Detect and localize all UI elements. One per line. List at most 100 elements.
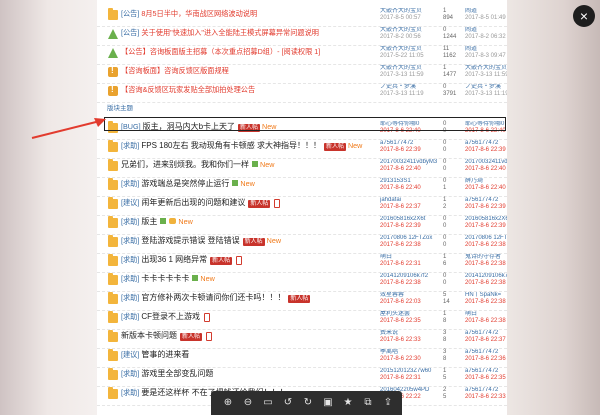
last-poster[interactable]: HN丨SpaNk= <box>465 292 507 299</box>
last-poster[interactable]: a756177472 <box>465 349 507 356</box>
author-name[interactable]: 效星蓉蓉 <box>380 292 440 299</box>
fit-icon[interactable]: ▭ <box>261 396 275 410</box>
last-poster[interactable]: 大嵌齐大的宝贝 <box>465 65 507 72</box>
last-poster[interactable]: 201605816x2X6t <box>465 216 507 223</box>
last-poster[interactable]: 闹道 <box>465 8 507 15</box>
reply-count: 0 <box>443 216 447 222</box>
thread-title-link[interactable]: 关于使用"快速加入"进入全能陆王模式屏幕异常问题说明 <box>141 28 319 37</box>
author-name[interactable]: jahdafai <box>380 197 440 204</box>
image-attachment-icon <box>160 218 167 224</box>
thread-title-link[interactable]: FPS 180左右 我动现角有卡顿感 求大神指导！！！ <box>141 141 321 150</box>
author-name[interactable]: 2015120123Z7w60 <box>380 368 440 375</box>
copy-icon[interactable]: ⧉ <box>361 396 375 410</box>
author-name[interactable]: 大嵌齐大的宝贝 <box>380 8 440 15</box>
author-name[interactable]: 20170032411vdbyM3 <box>380 159 440 166</box>
thread-title-link[interactable]: 官方修补两次卡顿请问你们还卡吗！！！ <box>141 293 285 302</box>
thread-title-link[interactable]: 游戏里全部变乱问题 <box>141 369 213 378</box>
folder-icon <box>108 368 118 380</box>
last-poster[interactable]: 20141209106k7f2 <box>465 273 507 280</box>
author-name[interactable]: 费米说 <box>380 330 440 337</box>
author-name[interactable]: 萌白 <box>380 254 440 261</box>
count-cell: 00 <box>443 235 465 249</box>
thread-title-link[interactable]: 游戏端总是突然停止运行 <box>141 179 229 188</box>
view-count: 8 <box>443 318 447 324</box>
last-poster[interactable]: 20170806 12FTZox <box>465 235 507 242</box>
last-poster[interactable]: a756177472 <box>465 330 507 337</box>
last-poster[interactable]: 薛乃琦 <box>465 178 507 185</box>
last-poster[interactable]: a756177472 <box>465 197 507 204</box>
thread-category[interactable]: [求助] <box>121 179 139 188</box>
thread-title-link[interactable]: 卡卡卡卡卡卡 <box>141 274 189 283</box>
author-name[interactable]: 20141209106k7f2 <box>380 273 440 280</box>
last-poster[interactable]: 20170032411vdbyM3 <box>465 159 507 166</box>
thread-title-link[interactable]: 新版本卡顿问题 <box>121 331 177 340</box>
author-name[interactable]: 大嵌齐大的宝贝 <box>380 46 440 53</box>
author-cell: 201605816x2X6t 2017-8-6 22:39 <box>380 216 440 230</box>
thread-title-link[interactable]: 【咨询&反馈区玩家发贴全部加拍处理公告 <box>121 85 255 94</box>
thread-title-link[interactable]: 8月5日半中，华南战区网络波动说明 <box>141 9 257 18</box>
thread-title-link[interactable]: 兄弟们，进来别烦我。我和你们一样 <box>121 160 249 169</box>
last-poster[interactable]: 闹道 <box>465 46 507 53</box>
thread-category[interactable]: [求助] <box>121 141 139 150</box>
new-badge: New <box>240 179 255 188</box>
thread-category[interactable]: [求助] <box>121 255 139 264</box>
rotate-left-icon[interactable]: ↺ <box>281 396 295 410</box>
thread-title-cell: [建议] 闹年更新后出现的问题和建议 新人帖 <box>121 198 371 208</box>
last-poster[interactable]: 闹道 <box>465 27 507 34</box>
reply-count: 5 <box>443 292 447 298</box>
last-post-cell: 薛乃琦 2017-8-6 22:40 <box>465 178 507 192</box>
last-poster[interactable]: 鬼诗的守存者 <box>465 254 507 261</box>
thread-category[interactable]: [求助] <box>121 369 139 378</box>
image-attachment-icon <box>232 180 239 186</box>
last-poster[interactable]: ノ史兵・梦溪 <box>465 84 507 91</box>
thread-category[interactable]: [求助] <box>121 293 139 302</box>
thread-category[interactable]: [求助] <box>121 236 139 245</box>
thread-title-link[interactable]: 【公告】咨询板面版主招募（本次重点招募D组）- [阅读权限 1] <box>121 47 320 56</box>
thread-category[interactable]: [建议] <box>121 350 139 359</box>
last-poster[interactable]: a756177472 <box>465 140 507 147</box>
author-name[interactable]: a756177472 <box>380 140 440 147</box>
author-cell: a756177472 2017-8-6 22:39 <box>380 140 440 154</box>
thread-title-link[interactable]: 闹年更新后出现的问题和建议 <box>141 198 245 207</box>
last-poster[interactable]: a756177472 <box>465 387 507 394</box>
folder-icon <box>108 8 118 20</box>
thread-title-cell: [求助] 登陆游戏提示错误 登陆错误 新人帖 New <box>121 236 371 246</box>
last-poster[interactable]: 萌白 <box>465 311 507 318</box>
author-name[interactable]: 大嵌齐大的宝贝 <box>380 27 440 34</box>
upgrade-arrow-icon <box>108 48 118 58</box>
thread-category[interactable]: [求助] <box>121 312 139 321</box>
close-viewer-button[interactable]: × <box>573 5 595 27</box>
thread-title-link[interactable]: 【咨询板面】咨询反馈区版面规程 <box>121 66 229 75</box>
thread-title-link[interactable]: 出现36 1 网络异常 <box>141 255 207 264</box>
last-poster[interactable]: a756177472 <box>465 368 507 375</box>
author-name[interactable]: 大嵌齐大的宝贝 <box>380 65 440 72</box>
thread-category[interactable]: [公告] <box>121 28 139 37</box>
thread-category[interactable]: [建议] <box>121 198 139 207</box>
thread-title-link[interactable]: 管事的进来看 <box>141 350 189 359</box>
thread-category[interactable]: [求助] <box>121 217 139 226</box>
thread-title-cell: [求助] 游戏里全部变乱问题 <box>121 369 371 379</box>
bookmark-icon[interactable]: ★ <box>341 396 355 410</box>
rotate-right-icon[interactable]: ↻ <box>301 396 315 410</box>
author-name[interactable]: 季离唱 <box>380 349 440 356</box>
thread-title-link[interactable]: 登陆游戏提示错误 登陆错误 <box>141 236 239 245</box>
thread-title-link[interactable]: CF登录不上游戏 <box>141 312 200 321</box>
thread-title-link[interactable]: 版主 <box>141 217 157 226</box>
pinned-row[interactable]: 【咨询&反馈区玩家发贴全部加拍处理公告ノ史兵・梦溪2017-3-13 11:19… <box>97 81 507 103</box>
zoom-out-icon[interactable]: ⊖ <box>241 396 255 410</box>
save-icon[interactable]: ▣ <box>321 396 335 410</box>
author-cell: 20170806 12FTZox 2017-8-6 22:38 <box>380 235 440 249</box>
thread-title-cell: 【咨询&反馈区玩家发贴全部加拍处理公告 <box>121 85 371 95</box>
folder-icon <box>108 330 118 342</box>
author-name[interactable]: ノ史兵・梦溪 <box>380 84 440 91</box>
thread-category[interactable]: [求助] <box>121 274 139 283</box>
author-name[interactable]: 2913153S1 <box>380 178 440 185</box>
view-count: 6 <box>443 261 447 267</box>
author-name[interactable]: 屋利头迷罢 <box>380 311 440 318</box>
share-icon[interactable]: ⇪ <box>381 396 395 410</box>
author-name[interactable]: 20170806 12FTZox <box>380 235 440 242</box>
thread-category[interactable]: [求助] <box>121 388 139 397</box>
zoom-in-icon[interactable]: ⊕ <box>221 396 235 410</box>
thread-category[interactable]: [公告] <box>121 9 139 18</box>
author-name[interactable]: 201605816x2X6t <box>380 216 440 223</box>
